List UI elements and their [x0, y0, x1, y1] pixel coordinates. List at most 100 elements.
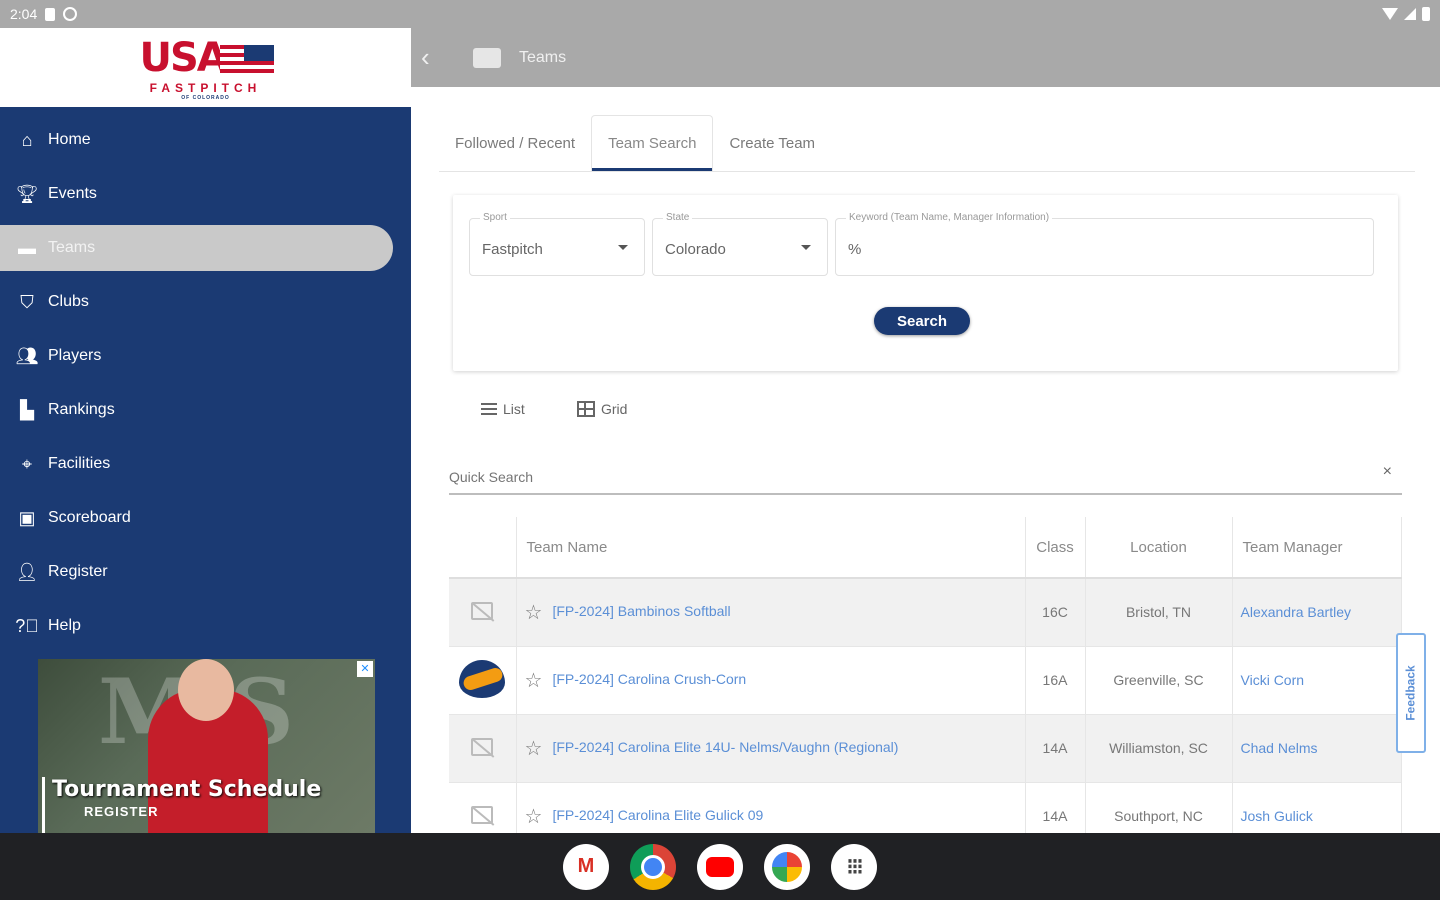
team-manager-cell: Josh Gulick	[1232, 782, 1402, 833]
chrome-icon[interactable]	[630, 843, 676, 890]
sidebar-nav: ⌂ Home 🏆︎ Events ▬ Teams ⛉ Clubs 👥︎ Play…	[0, 107, 411, 653]
briefcase-icon	[473, 47, 501, 68]
tab-create-team[interactable]: Create Team	[713, 115, 831, 171]
team-name-cell: ☆ [FP-2024] Carolina Crush-Corn	[516, 646, 1026, 715]
briefcase-icon: ▬	[18, 237, 36, 258]
column-header-location[interactable]: Location	[1085, 517, 1233, 579]
column-header-team-manager[interactable]: Team Manager	[1232, 517, 1402, 579]
logo-fastpitch: FASTPITCH	[149, 80, 262, 95]
sidebar-item-facilities[interactable]: ⌖ Facilities	[0, 437, 411, 491]
sport-value: Fastpitch	[482, 241, 543, 258]
shield-icon: ⛉	[20, 291, 34, 312]
back-arrow-icon[interactable]: ‹	[421, 42, 451, 73]
feedback-tab[interactable]: Feedback	[1396, 633, 1426, 753]
star-icon[interactable]: ☆	[525, 806, 543, 828]
tab-team-search[interactable]: Team Search	[591, 115, 714, 171]
photos-icon[interactable]	[764, 843, 810, 890]
logo-column-header	[449, 517, 517, 579]
star-icon[interactable]: ☆	[525, 738, 543, 760]
table-row[interactable]: ☆ [FP-2024] Carolina Crush-Corn 16A Green…	[449, 646, 1402, 715]
main-content: Followed / Recent Team Search Create Tea…	[411, 87, 1440, 833]
flag-icon	[219, 44, 274, 75]
team-manager-link[interactable]: Alexandra Bartley	[1241, 604, 1352, 620]
column-header-class[interactable]: Class	[1025, 517, 1086, 579]
table-row[interactable]: ☆ [FP-2024] Carolina Elite Gulick 09 14A …	[449, 782, 1402, 833]
app-launcher-icon[interactable]: ⁝⁝⁝	[831, 843, 877, 890]
team-class: 16C	[1025, 578, 1086, 647]
sidebar-item-help[interactable]: ?⃝ Help	[0, 599, 411, 653]
people-icon: 👥︎	[15, 345, 39, 366]
sidebar-item-label: Home	[48, 131, 91, 148]
logo-area: USA FASTPITCH OF COLORADO	[0, 28, 411, 107]
team-logo-cell	[449, 646, 517, 715]
sidebar-item-players[interactable]: 👥︎ Players	[0, 329, 411, 383]
youtube-icon[interactable]	[697, 843, 743, 890]
gmail-icon[interactable]: M	[563, 843, 609, 890]
tab-followed-recent[interactable]: Followed / Recent	[439, 115, 591, 171]
table-row[interactable]: ☆ [FP-2024] Carolina Elite 14U- Nelms/Vau…	[449, 714, 1402, 783]
team-name-link[interactable]: [FP-2024] Bambinos Softball	[552, 603, 730, 619]
state-label: State	[663, 212, 693, 223]
team-class: 14A	[1025, 782, 1086, 833]
team-manager-cell: Vicki Corn	[1232, 646, 1402, 715]
team-manager-link[interactable]: Vicki Corn	[1241, 672, 1305, 688]
team-name-link[interactable]: [FP-2024] Carolina Elite 14U- Nelms/Vaug…	[552, 739, 898, 755]
team-name-link[interactable]: [FP-2024] Carolina Elite Gulick 09	[552, 807, 763, 823]
no-image-icon	[471, 601, 494, 620]
ad-banner[interactable]: M S ✕ Tournament Schedule REGISTER	[38, 659, 375, 833]
sidebar-item-events[interactable]: 🏆︎ Events	[0, 167, 411, 221]
grid-icon	[577, 401, 595, 417]
team-manager-cell: Chad Nelms	[1232, 714, 1402, 783]
location-icon: ⌖	[21, 453, 33, 474]
team-logo-cell	[449, 782, 517, 833]
ad-close-icon[interactable]: ✕	[357, 661, 373, 677]
logo-usa: USA	[139, 34, 228, 81]
list-label: List	[503, 401, 525, 417]
search-card: Sport Fastpitch State Colorado Keyword (…	[453, 195, 1398, 371]
quick-search-input[interactable]	[449, 469, 1349, 485]
team-class: 16A	[1025, 646, 1086, 715]
sidebar-item-home[interactable]: ⌂ Home	[0, 113, 411, 167]
sidebar-item-teams[interactable]: ▬ Teams	[0, 225, 393, 271]
table-row[interactable]: ☆ [FP-2024] Bambinos Softball 16C Bristol…	[449, 578, 1402, 647]
sidebar-item-label: Facilities	[48, 455, 111, 472]
team-logo-cell	[449, 714, 517, 783]
keyword-label: Keyword (Team Name, Manager Information)	[846, 212, 1053, 223]
team-manager-link[interactable]: Josh Gulick	[1241, 808, 1313, 824]
team-name-cell: ☆ [FP-2024] Carolina Elite Gulick 09	[516, 782, 1026, 833]
app-dock: M ⁝⁝⁝	[0, 833, 1440, 900]
column-header-team-name[interactable]: Team Name	[516, 517, 1026, 579]
star-icon[interactable]: ☆	[525, 670, 543, 692]
team-location: Southport, NC	[1085, 782, 1233, 833]
team-class: 14A	[1025, 714, 1086, 783]
search-button[interactable]: Search	[874, 307, 970, 335]
help-icon: ?⃝	[15, 615, 39, 636]
sidebar-item-register[interactable]: 👤︎ Register	[0, 545, 411, 599]
team-name-link[interactable]: [FP-2024] Carolina Crush-Corn	[552, 671, 746, 687]
sidebar-item-label: Rankings	[48, 401, 115, 418]
ad-cta: REGISTER	[84, 804, 159, 819]
no-image-icon	[471, 737, 494, 756]
feedback-label: Feedback	[1404, 665, 1419, 721]
keyword-field[interactable]: Keyword (Team Name, Manager Information)…	[835, 212, 1374, 276]
home-icon: ⌂	[21, 129, 33, 150]
usa-fastpitch-logo[interactable]: USA FASTPITCH OF COLORADO	[138, 35, 274, 101]
grid-view-button[interactable]: Grid	[577, 401, 627, 417]
team-manager-link[interactable]: Chad Nelms	[1241, 740, 1318, 756]
sidebar-item-rankings[interactable]: ▙ Rankings	[0, 383, 411, 437]
state-select[interactable]: State Colorado	[652, 212, 828, 276]
tab-bar: Followed / Recent Team Search Create Tea…	[439, 115, 1415, 172]
sidebar-item-clubs[interactable]: ⛉ Clubs	[0, 275, 411, 329]
sidebar-item-label: Help	[48, 617, 81, 634]
clear-icon[interactable]: ×	[1383, 463, 1392, 481]
sidebar-item-scoreboard[interactable]: ▣ Scoreboard	[0, 491, 411, 545]
sidebar-item-label: Scoreboard	[48, 509, 131, 526]
list-view-button[interactable]: List	[481, 401, 525, 417]
star-icon[interactable]: ☆	[525, 602, 543, 624]
list-icon	[481, 403, 497, 415]
ad-divider	[42, 777, 45, 833]
battery-icon	[1422, 7, 1430, 21]
sidebar-item-label: Teams	[48, 239, 96, 256]
sport-select[interactable]: Sport Fastpitch	[469, 212, 645, 276]
teams-table: Team Name Class Location Team Manager ☆ […	[449, 517, 1402, 833]
